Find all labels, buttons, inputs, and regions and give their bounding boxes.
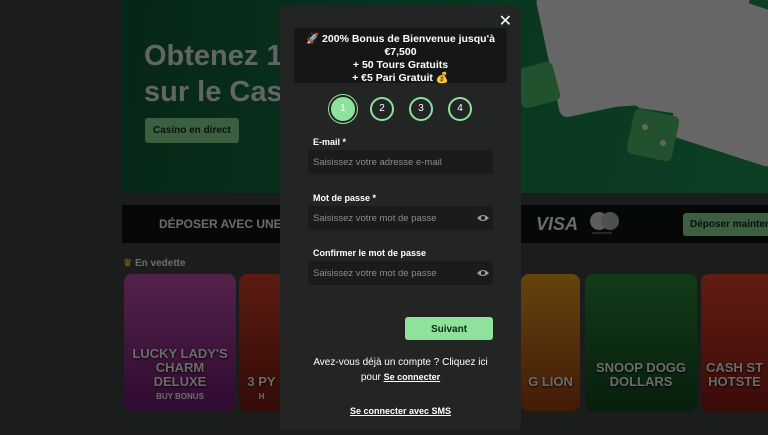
email-label-text: E-mail [313, 137, 341, 147]
game-tile[interactable]: G LION [521, 274, 580, 411]
registration-modal: ✕ 🚀 200% Bonus de Bienvenue jusqu'à €7,5… [280, 6, 521, 430]
confirm-password-label: Confirmer le mot de passe [313, 248, 427, 258]
dice-icon [625, 107, 681, 163]
featured-heading-label: En vedette [134, 258, 186, 269]
game-name: SNOOP DOGG DOLLARS [595, 360, 687, 389]
eye-icon[interactable] [477, 214, 489, 222]
eye-icon[interactable] [477, 269, 489, 277]
casino-live-button[interactable]: Casino en direct [145, 118, 239, 143]
sms-login-link[interactable]: Se connecter avec SMS [280, 406, 521, 416]
bonus-line-2: + 50 Tours Gratuits [352, 59, 449, 71]
payment-text: DÉPOSER AVEC UNE I [159, 217, 289, 231]
confirm-password-field[interactable] [308, 261, 493, 285]
game-tile[interactable]: LUCKY LADY'S CHARM DELUXE BUY BONUS [124, 274, 236, 411]
login-link[interactable]: Se connecter [384, 372, 441, 382]
step-2: 2 [370, 97, 394, 121]
featured-heading: ♛ En vedette [123, 258, 186, 269]
email-label: E-mail * [313, 137, 346, 147]
dice-pip [660, 140, 666, 146]
hero-title: Obtenez 1 sur le Cas [144, 40, 283, 108]
game-tile[interactable]: 3 PY H [239, 274, 284, 411]
game-name: 3 PY [247, 374, 276, 389]
mastercard-label: mastercard [592, 230, 613, 235]
step-3: 3 [409, 97, 433, 121]
bonus-line-3: + €5 Pari Gratuit 💰 [352, 72, 449, 84]
crown-icon: ♛ [123, 258, 132, 269]
email-field[interactable] [308, 150, 493, 174]
visa-logo: VISA [536, 214, 579, 234]
dice-pip [642, 124, 648, 130]
deposit-now-button[interactable]: Déposer maintena [683, 213, 768, 236]
step-1: 1 [331, 97, 355, 121]
game-subtitle: BUY BONUS [156, 392, 204, 401]
step-indicator: 1 2 3 4 [329, 97, 474, 121]
password-label-text: Mot de passe [313, 193, 371, 203]
game-subtitle: H [258, 392, 265, 401]
login-prompt: Avez-vous déjà un compte ? Cliquez ici p… [290, 355, 511, 385]
game-tile[interactable]: CASH ST HOTSTE [701, 274, 768, 411]
game-tile[interactable]: SNOOP DOGG DOLLARS [585, 274, 697, 411]
step-4: 4 [448, 97, 472, 121]
required-mark: * [342, 137, 347, 147]
password-label: Mot de passe * [313, 193, 376, 203]
game-name: LUCKY LADY'S CHARM DELUXE [132, 346, 228, 389]
login-prompt-text: Avez-vous déjà un compte ? Cliquez ici [313, 357, 488, 368]
mastercard-logo: mastercard [590, 212, 624, 236]
password-field[interactable] [308, 206, 493, 230]
game-name: G LION [528, 374, 573, 389]
next-button[interactable]: Suivant [405, 317, 493, 340]
bonus-banner: 🚀 200% Bonus de Bienvenue jusqu'à €7,500… [294, 28, 507, 84]
game-name: CASH ST HOTSTE [705, 360, 764, 389]
required-mark: * [372, 193, 377, 203]
login-prefix: pour [360, 372, 381, 383]
bonus-line-1: 🚀 200% Bonus de Bienvenue jusqu'à €7,500 [306, 33, 495, 58]
